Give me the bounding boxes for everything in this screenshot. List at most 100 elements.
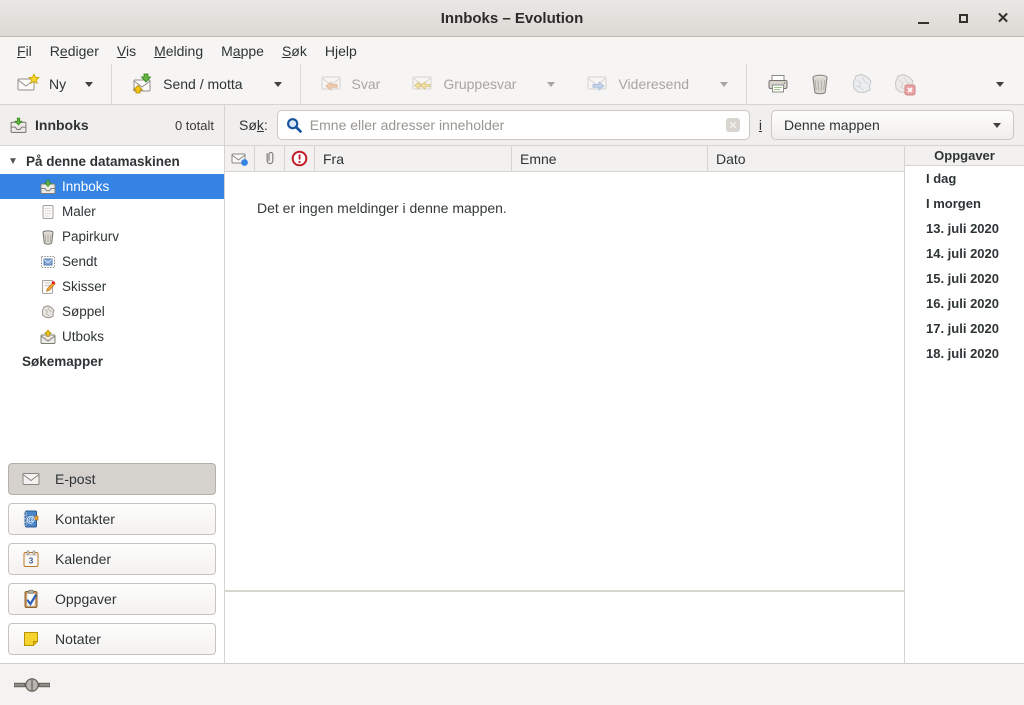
message-status-icon bbox=[231, 151, 249, 167]
send-receive-dropdown-icon bbox=[274, 82, 282, 87]
search-scope-dropdown[interactable]: Denne mappen bbox=[771, 110, 1014, 140]
window-controls: ✕ bbox=[910, 0, 1016, 36]
templates-icon bbox=[40, 204, 56, 220]
inbox-icon bbox=[10, 117, 27, 134]
switcher-calendar-button[interactable]: 3 Kalender bbox=[8, 543, 216, 575]
reply-icon bbox=[319, 72, 343, 96]
search-entry[interactable] bbox=[277, 110, 750, 140]
task-group-date[interactable]: 16. juli 2020 bbox=[905, 291, 1024, 316]
print-button[interactable] bbox=[757, 68, 799, 100]
send-receive-icon bbox=[130, 72, 154, 96]
new-message-dropdown-icon bbox=[85, 82, 93, 87]
menu-melding[interactable]: Melding bbox=[145, 40, 212, 62]
new-message-button[interactable]: Ny bbox=[8, 67, 101, 101]
tasks-panel: Oppgaver I dag I morgen 13. juli 2020 14… bbox=[904, 146, 1024, 663]
menu-vis[interactable]: Vis bbox=[108, 40, 145, 62]
folder-utboks[interactable]: Utboks bbox=[0, 324, 224, 349]
toolbar-separator bbox=[746, 64, 747, 104]
forward-button[interactable]: Videresend bbox=[577, 67, 736, 101]
send-receive-button[interactable]: Send / motta bbox=[122, 67, 289, 101]
inbox-icon bbox=[40, 179, 56, 195]
reply-all-button[interactable]: Gruppesvar bbox=[402, 67, 563, 101]
toolbar-separator bbox=[300, 64, 301, 104]
folder-header: Innboks 0 totalt bbox=[0, 105, 225, 145]
reply-all-icon bbox=[410, 72, 434, 96]
search-input[interactable] bbox=[310, 117, 718, 133]
menu-mappe[interactable]: Mappe bbox=[212, 40, 273, 62]
titlebar[interactable]: Innboks – Evolution ✕ bbox=[0, 0, 1024, 37]
expander-icon[interactable]: ▼ bbox=[8, 156, 20, 167]
column-status[interactable] bbox=[225, 146, 255, 171]
not-junk-button[interactable] bbox=[883, 68, 925, 100]
outbox-icon bbox=[40, 329, 56, 345]
column-attachment[interactable] bbox=[255, 146, 285, 171]
switcher-tasks-button[interactable]: Oppgaver bbox=[8, 583, 216, 615]
menu-fil[interactable]: Fil bbox=[8, 40, 41, 62]
column-date[interactable]: Dato bbox=[708, 146, 904, 171]
toolbar-separator bbox=[111, 64, 112, 104]
task-group-date[interactable]: 13. juli 2020 bbox=[905, 216, 1024, 241]
folder-innboks[interactable]: Innboks bbox=[0, 174, 224, 199]
junk-folder-icon bbox=[40, 304, 56, 320]
menu-hjelp[interactable]: Hjelp bbox=[316, 40, 366, 62]
folder-papirkurv[interactable]: Papirkurv bbox=[0, 224, 224, 249]
switcher-contacts-button[interactable]: @ Kontakter bbox=[8, 503, 216, 535]
switcher-mail-button[interactable]: E-post bbox=[8, 463, 216, 495]
trash-icon bbox=[40, 229, 56, 245]
junk-button[interactable] bbox=[841, 68, 883, 100]
task-group-date[interactable]: 18. juli 2020 bbox=[905, 341, 1024, 366]
folder-sendt[interactable]: Sendt bbox=[0, 249, 224, 274]
window-title: Innboks – Evolution bbox=[0, 10, 1024, 27]
calendar-icon: 3 bbox=[21, 549, 41, 569]
message-list-body[interactable]: Det er ingen meldinger i denne mappen. bbox=[225, 172, 904, 590]
not-junk-icon bbox=[892, 72, 916, 96]
minimize-button[interactable] bbox=[910, 5, 936, 31]
reply-button[interactable]: Svar bbox=[311, 67, 389, 101]
folder-maler[interactable]: Maler bbox=[0, 199, 224, 224]
task-group-tomorrow[interactable]: I morgen bbox=[905, 191, 1024, 216]
switcher-notes-button[interactable]: Notater bbox=[8, 623, 216, 655]
column-from[interactable]: Fra bbox=[315, 146, 512, 171]
delete-button[interactable] bbox=[799, 68, 841, 100]
notes-icon bbox=[21, 629, 41, 649]
folder-message-count: 0 totalt bbox=[175, 118, 214, 133]
junk-icon bbox=[850, 72, 874, 96]
content: ▼ På denne datamaskinen Innboks Maler bbox=[0, 146, 1024, 663]
folder-tree: ▼ På denne datamaskinen Innboks Maler bbox=[0, 146, 224, 374]
scope-dropdown-arrow-icon bbox=[993, 123, 1001, 128]
menu-rediger[interactable]: Rediger bbox=[41, 40, 108, 62]
close-button[interactable]: ✕ bbox=[990, 5, 1016, 31]
forward-icon bbox=[585, 72, 609, 96]
column-priority[interactable] bbox=[285, 146, 315, 171]
tasks-icon bbox=[21, 589, 41, 609]
toolbar-overflow-icon[interactable] bbox=[996, 82, 1004, 87]
column-subject[interactable]: Emne bbox=[512, 146, 708, 171]
preview-pane bbox=[225, 592, 904, 663]
paperclip-icon bbox=[262, 150, 278, 167]
task-group-date[interactable]: 17. juli 2020 bbox=[905, 316, 1024, 341]
folder-soppel[interactable]: Søppel bbox=[0, 299, 224, 324]
message-list-pane: Fra Emne Dato Det er ingen meldinger i d… bbox=[225, 146, 904, 663]
clear-search-icon[interactable] bbox=[725, 117, 741, 133]
current-folder-title: Innboks bbox=[35, 117, 89, 133]
tasks-panel-title: Oppgaver bbox=[905, 146, 1024, 166]
delete-icon bbox=[808, 72, 832, 96]
task-group-date[interactable]: 14. juli 2020 bbox=[905, 241, 1024, 266]
toolbar: Ny Send / motta Svar Gruppesvar bbox=[0, 64, 1024, 105]
view-switcher: E-post @ Kontakter 3 Kalender bbox=[0, 455, 224, 663]
message-list-header: Fra Emne Dato bbox=[225, 146, 904, 172]
menubar: Fil Rediger Vis Melding Mappe Søk Hjelp bbox=[0, 37, 1024, 64]
maximize-icon bbox=[959, 14, 968, 23]
tree-root-on-this-computer[interactable]: ▼ På denne datamaskinen bbox=[0, 149, 224, 174]
statusbar bbox=[0, 663, 1024, 705]
contacts-icon: @ bbox=[21, 509, 41, 529]
maximize-button[interactable] bbox=[950, 5, 976, 31]
sent-icon bbox=[40, 254, 56, 270]
tree-root-search-folders[interactable]: Søkemapper bbox=[0, 349, 224, 374]
search-icon bbox=[286, 117, 303, 134]
search-in-label: i bbox=[759, 117, 762, 133]
folder-skisser[interactable]: Skisser bbox=[0, 274, 224, 299]
task-group-today[interactable]: I dag bbox=[905, 166, 1024, 191]
menu-sok[interactable]: Søk bbox=[273, 40, 316, 62]
task-group-date[interactable]: 15. juli 2020 bbox=[905, 266, 1024, 291]
